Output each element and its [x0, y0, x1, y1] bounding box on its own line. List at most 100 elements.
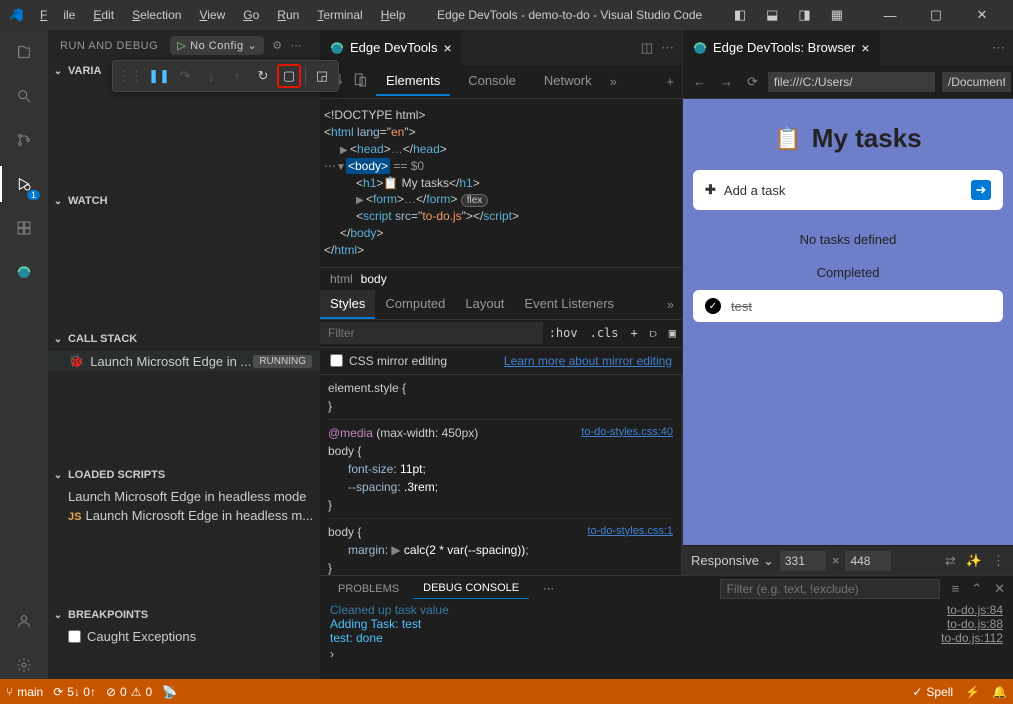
more-icon[interactable]: ⋯ — [661, 40, 674, 56]
tab-styles[interactable]: Styles — [320, 290, 375, 319]
breadcrumb-body[interactable]: body — [361, 272, 387, 286]
rotate-icon[interactable]: ⇄ — [945, 553, 956, 569]
menu-go[interactable]: Go — [235, 4, 267, 26]
width-input[interactable] — [780, 551, 826, 571]
address-bar-2[interactable] — [941, 72, 1011, 92]
add-task-input[interactable]: ✚Add a task ➜ — [693, 170, 1003, 210]
panel-filter-input[interactable] — [720, 579, 940, 599]
accounts-icon[interactable] — [10, 607, 38, 635]
run-debug-icon[interactable]: 1 — [10, 170, 38, 198]
close-panel-icon[interactable]: ✕ — [994, 581, 1005, 597]
new-style-rule-icon[interactable]: + — [625, 326, 644, 340]
layout-customize-icon[interactable]: ▦ — [823, 3, 851, 27]
styles-filter-input[interactable] — [320, 322, 543, 344]
menu-help[interactable]: Help — [373, 4, 414, 26]
sync-item[interactable]: ⟳5↓ 0↑ — [53, 685, 96, 699]
tab-event-listeners[interactable]: Event Listeners — [514, 290, 624, 319]
tab-console[interactable]: Console — [458, 67, 526, 96]
more-icon[interactable]: ⋯ — [291, 39, 303, 52]
wand-icon[interactable]: ✨ — [966, 553, 982, 569]
layout-panel-icon[interactable]: ⬓ — [758, 3, 786, 27]
source-control-icon[interactable] — [10, 126, 38, 154]
tab-elements[interactable]: Elements — [376, 67, 450, 96]
menu-run[interactable]: Run — [269, 4, 307, 26]
css-mirror-checkbox-label[interactable]: CSS mirror editing — [330, 354, 447, 368]
tab-network[interactable]: Network — [534, 67, 602, 96]
gear-icon[interactable]: ⚙ — [272, 39, 282, 52]
branch-item[interactable]: ⑂main — [6, 685, 43, 699]
errors-warnings[interactable]: ⊘0 ⚠0 — [106, 685, 152, 699]
loaded-script-item[interactable]: JSLaunch Microsoft Edge in headless m... — [48, 506, 320, 525]
debug-console-body[interactable]: Cleaned up task valueto-do.js:84 Adding … — [320, 601, 1013, 679]
feedback-icon[interactable]: ⚡ — [965, 685, 980, 699]
paint-flash-icon[interactable]: ⫐ — [644, 326, 663, 341]
step-out-button[interactable]: ↑ — [225, 64, 249, 88]
styles-pane[interactable]: element.style {} @media (max-width: 450p… — [320, 375, 681, 575]
more-icon[interactable]: ⋯ — [992, 40, 1005, 56]
layout-sidebar-right-icon[interactable]: ◨ — [790, 3, 818, 27]
stop-button[interactable]: ▢ — [277, 64, 301, 88]
restart-button[interactable]: ↻ — [251, 64, 275, 88]
submit-task-button[interactable]: ➜ — [971, 180, 991, 200]
step-into-button[interactable]: ↓ — [199, 64, 223, 88]
breakpoints-section-header[interactable]: ⌄BREAKPOINTS — [48, 605, 320, 625]
tab-layout[interactable]: Layout — [455, 290, 514, 319]
menu-terminal[interactable]: Terminal — [309, 4, 370, 26]
css-source-link[interactable]: to-do-styles.css:40 — [581, 424, 673, 441]
tab-edge-devtools[interactable]: Edge DevTools × — [320, 30, 463, 65]
port-forward-icon[interactable]: 📡 — [162, 685, 177, 699]
more-icon[interactable]: ⋯ — [533, 578, 564, 599]
tab-debug-console[interactable]: DEBUG CONSOLE — [413, 578, 529, 599]
back-button[interactable]: ← — [689, 72, 710, 91]
step-over-button[interactable]: ↷ — [173, 64, 197, 88]
menu-view[interactable]: View — [191, 4, 233, 26]
clear-console-icon[interactable]: ≡ — [952, 581, 960, 596]
close-icon[interactable]: × — [861, 40, 869, 56]
close-window-button[interactable]: ✕ — [959, 3, 1005, 27]
debug-toolbar[interactable]: ⋮⋮ ❚❚ ↷ ↓ ↑ ↻ ▢ ◲ — [112, 60, 339, 92]
menu-selection[interactable]: Selection — [124, 4, 189, 26]
menu-edit[interactable]: Edit — [85, 4, 122, 26]
edge-tools-icon[interactable] — [10, 258, 38, 286]
loaded-scripts-group[interactable]: Launch Microsoft Edge in headless mode — [48, 487, 320, 506]
maximize-button[interactable]: ▢ — [913, 3, 959, 27]
height-input[interactable] — [845, 551, 891, 571]
more-icon[interactable]: » — [659, 297, 682, 312]
forward-button[interactable]: → — [716, 72, 737, 91]
hov-button[interactable]: :hov — [543, 326, 584, 340]
loaded-scripts-section-header[interactable]: ⌄LOADED SCRIPTS — [48, 465, 320, 485]
collapse-icon[interactable]: ⌃ — [971, 581, 982, 597]
log-source-link[interactable]: to-do.js:88 — [947, 617, 1003, 631]
reload-button[interactable]: ⟳ — [743, 72, 762, 92]
tab-edge-devtools-browser[interactable]: Edge DevTools: Browser × — [683, 30, 881, 65]
log-source-link[interactable]: to-do.js:84 — [947, 603, 1003, 617]
search-icon[interactable] — [10, 82, 38, 110]
mirror-learn-link[interactable]: Learn more about mirror editing — [504, 354, 672, 368]
responsive-dropdown[interactable]: Responsive⌄ — [691, 553, 774, 569]
layout-sidebar-left-icon[interactable]: ◧ — [726, 3, 754, 27]
completed-task-item[interactable]: ✓ test — [693, 290, 1003, 322]
split-editor-icon[interactable]: ◫ — [641, 40, 653, 56]
dom-tree[interactable]: <!DOCTYPE html> <html lang="en"> ▶<head>… — [320, 99, 682, 267]
address-bar[interactable] — [768, 72, 935, 92]
device-emulation-icon[interactable] — [352, 72, 368, 91]
cls-button[interactable]: .cls — [584, 326, 625, 340]
launch-config-dropdown[interactable]: ▷ No Config ⌄ — [170, 36, 264, 55]
minimize-button[interactable]: — — [867, 4, 913, 27]
caught-exceptions-row[interactable]: Caught Exceptions — [48, 627, 320, 646]
add-tab-icon[interactable]: + — [666, 74, 674, 89]
breadcrumb-html[interactable]: html — [330, 272, 353, 286]
drag-handle-icon[interactable]: ⋮⋮ — [117, 68, 143, 84]
tab-computed[interactable]: Computed — [375, 290, 455, 319]
caught-exceptions-checkbox[interactable] — [68, 630, 81, 643]
callstack-section-header[interactable]: ⌄CALL STACK — [48, 329, 320, 349]
more-tabs-icon[interactable]: » — [610, 74, 617, 89]
more-icon[interactable]: ⋮ — [992, 553, 1005, 569]
menu-file[interactable]: File — [32, 4, 83, 26]
open-browser-button[interactable]: ◲ — [310, 64, 334, 88]
extensions-icon[interactable] — [10, 214, 38, 242]
callstack-item[interactable]: 🐞Launch Microsoft Edge in ... RUNNING — [48, 351, 320, 371]
settings-gear-icon[interactable] — [10, 651, 38, 679]
css-source-link[interactable]: to-do-styles.css:1 — [587, 523, 673, 540]
log-source-link[interactable]: to-do.js:112 — [941, 631, 1003, 645]
